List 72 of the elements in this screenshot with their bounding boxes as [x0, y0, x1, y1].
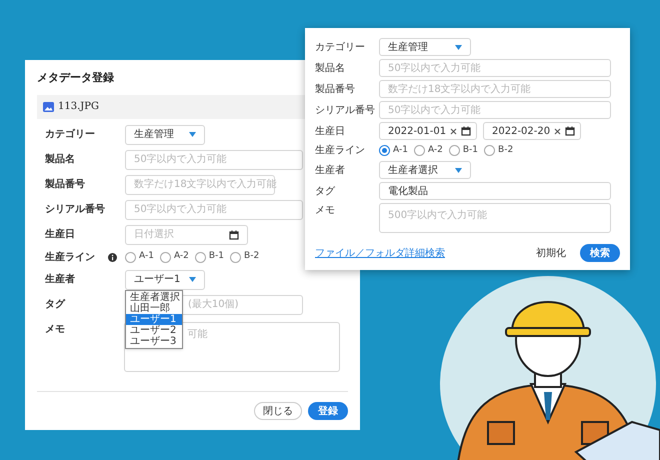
text-field[interactable]: 50字以内で入力可能 — [125, 150, 303, 170]
clear-icon[interactable] — [554, 128, 562, 134]
field-label: 生産ライン — [45, 250, 95, 264]
field-label: メモ — [45, 322, 65, 336]
radio-label: B-1 — [208, 250, 224, 264]
radio-label: A-1 — [393, 144, 408, 157]
field-label: タグ — [45, 298, 65, 312]
secondary-button[interactable]: 初期化 — [528, 244, 574, 262]
caret-icon — [455, 168, 462, 172]
info-icon — [108, 252, 117, 262]
field-label: カテゴリー — [45, 128, 95, 142]
calendar-icon — [229, 230, 239, 240]
field-label: メモ — [315, 204, 336, 218]
image-file-icon — [43, 102, 54, 112]
field-label: 生産ライン — [315, 144, 366, 158]
field-label: 生産日 — [315, 124, 346, 138]
dropdown-option[interactable]: ユーザー3 — [126, 336, 182, 346]
radio-button[interactable] — [160, 252, 171, 262]
select-field[interactable]: 生産者選択 — [379, 161, 471, 179]
select-field[interactable]: 生産管理 — [125, 124, 205, 144]
radio-label: A-2 — [174, 250, 189, 264]
field-label: タグ — [315, 184, 336, 198]
radio-label: A-1 — [139, 250, 154, 264]
dialog-title: メタデータ登録 — [36, 70, 115, 86]
text-field[interactable]: 電化製品 — [379, 182, 611, 200]
radio-button[interactable] — [414, 145, 425, 156]
radio-button[interactable] — [125, 252, 136, 262]
field-label: カテゴリー — [315, 40, 366, 54]
field-label: シリアル番号 — [45, 202, 105, 217]
field-label: 製品番号 — [45, 178, 85, 192]
dropdown-option[interactable]: 山田一郎 — [126, 302, 182, 314]
file-name: 113.JPG — [58, 100, 99, 114]
advanced-search-link[interactable]: ファイル／フォルダ詳細検索 — [315, 246, 445, 260]
radio-button[interactable] — [379, 145, 390, 156]
field-label: 生産日 — [45, 227, 75, 242]
date-field[interactable]: 日付選択 — [125, 224, 248, 244]
register-button[interactable]: 登録 — [308, 402, 348, 420]
date-field[interactable]: 2022-02-20 — [483, 122, 581, 140]
radio-button[interactable] — [484, 145, 496, 156]
clear-icon[interactable] — [450, 128, 458, 134]
dropdown-option[interactable]: ユーザー2 — [126, 324, 182, 336]
field-label: シリアル番号 — [315, 104, 376, 118]
calendar-icon — [461, 126, 472, 136]
radio-label: B-2 — [244, 250, 260, 264]
primary-button[interactable]: 検索 — [580, 244, 620, 262]
dropdown-option[interactable]: ユーザー1 — [126, 314, 182, 324]
radio-button[interactable] — [230, 252, 242, 262]
text-field[interactable]: 50字以内で入力可能 — [379, 59, 611, 77]
dropdown-option[interactable]: 生産者選択 — [126, 292, 182, 302]
field-label: 製品名 — [45, 152, 75, 167]
select-field[interactable]: 生産管理 — [379, 38, 471, 56]
field-label: 製品名 — [315, 62, 346, 76]
radio-label: B-2 — [498, 144, 514, 157]
caret-icon — [189, 132, 196, 137]
close-button[interactable]: 閉じる — [254, 402, 302, 420]
radio-label: B-1 — [462, 144, 478, 157]
caret-icon — [455, 44, 462, 50]
caret-icon — [189, 277, 196, 282]
radio-button[interactable] — [448, 145, 460, 156]
calendar-icon — [565, 126, 576, 136]
text-field[interactable]: 数字だけ18文字以内で入力可能 — [379, 80, 611, 98]
radio-label: A-2 — [428, 144, 443, 157]
field-label: 製品番号 — [315, 82, 356, 96]
select-field[interactable]: ユーザー1 — [125, 270, 205, 290]
field-label: 生産者 — [45, 272, 75, 287]
text-field[interactable]: 数字だけ18文字以内で入力可能 — [125, 174, 275, 194]
field-label: 生産者 — [315, 164, 346, 178]
radio-button[interactable] — [194, 252, 206, 262]
text-field[interactable]: 50字以内で入力可能 — [379, 101, 611, 119]
date-field[interactable]: 2022-01-01 — [379, 122, 477, 140]
text-field[interactable]: 50字以内で入力可能 — [125, 200, 303, 220]
textarea-field[interactable]: 500字以内で入力可能 — [379, 203, 611, 233]
